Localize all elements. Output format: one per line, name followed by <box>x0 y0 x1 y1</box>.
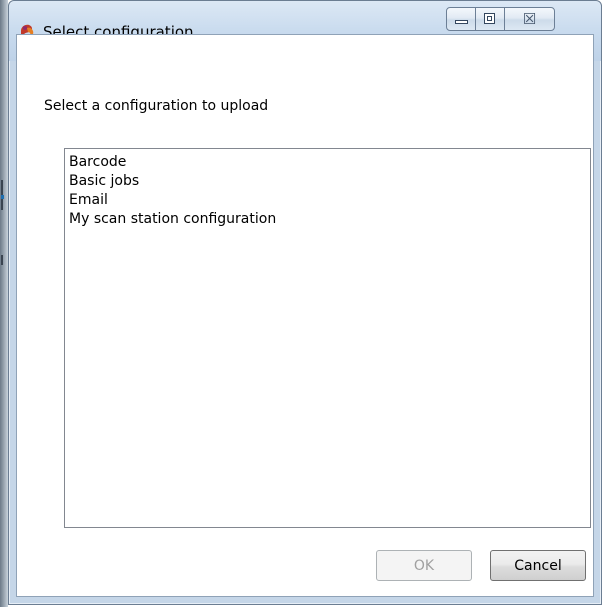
minimize-icon <box>455 20 468 24</box>
list-item[interactable]: My scan station configuration <box>69 210 590 229</box>
screen: Select configuration ☒ Select a configur… <box>0 0 602 607</box>
background-window-edge <box>0 0 8 607</box>
background-mark <box>1 195 4 199</box>
list-item[interactable]: Basic jobs <box>69 172 590 191</box>
list-item[interactable]: Email <box>69 191 590 210</box>
cancel-button[interactable]: Cancel <box>490 550 586 581</box>
instruction-label: Select a configuration to upload <box>44 98 269 114</box>
maximize-icon <box>484 13 495 24</box>
select-configuration-dialog: Select configuration ☒ Select a configur… <box>8 0 602 605</box>
dialog-content: Select a configuration to upload Barcode… <box>16 34 594 597</box>
minimize-button[interactable] <box>446 7 476 31</box>
close-icon: ☒ <box>522 10 537 28</box>
close-button[interactable]: ☒ <box>504 7 555 31</box>
maximize-button[interactable] <box>476 7 504 31</box>
configuration-list[interactable]: Barcode Basic jobs Email My scan station co… <box>64 148 591 528</box>
list-item[interactable]: Barcode <box>69 153 590 172</box>
background-mark <box>1 255 3 265</box>
ok-button[interactable]: OK <box>376 550 472 581</box>
caption-buttons: ☒ <box>446 7 555 32</box>
